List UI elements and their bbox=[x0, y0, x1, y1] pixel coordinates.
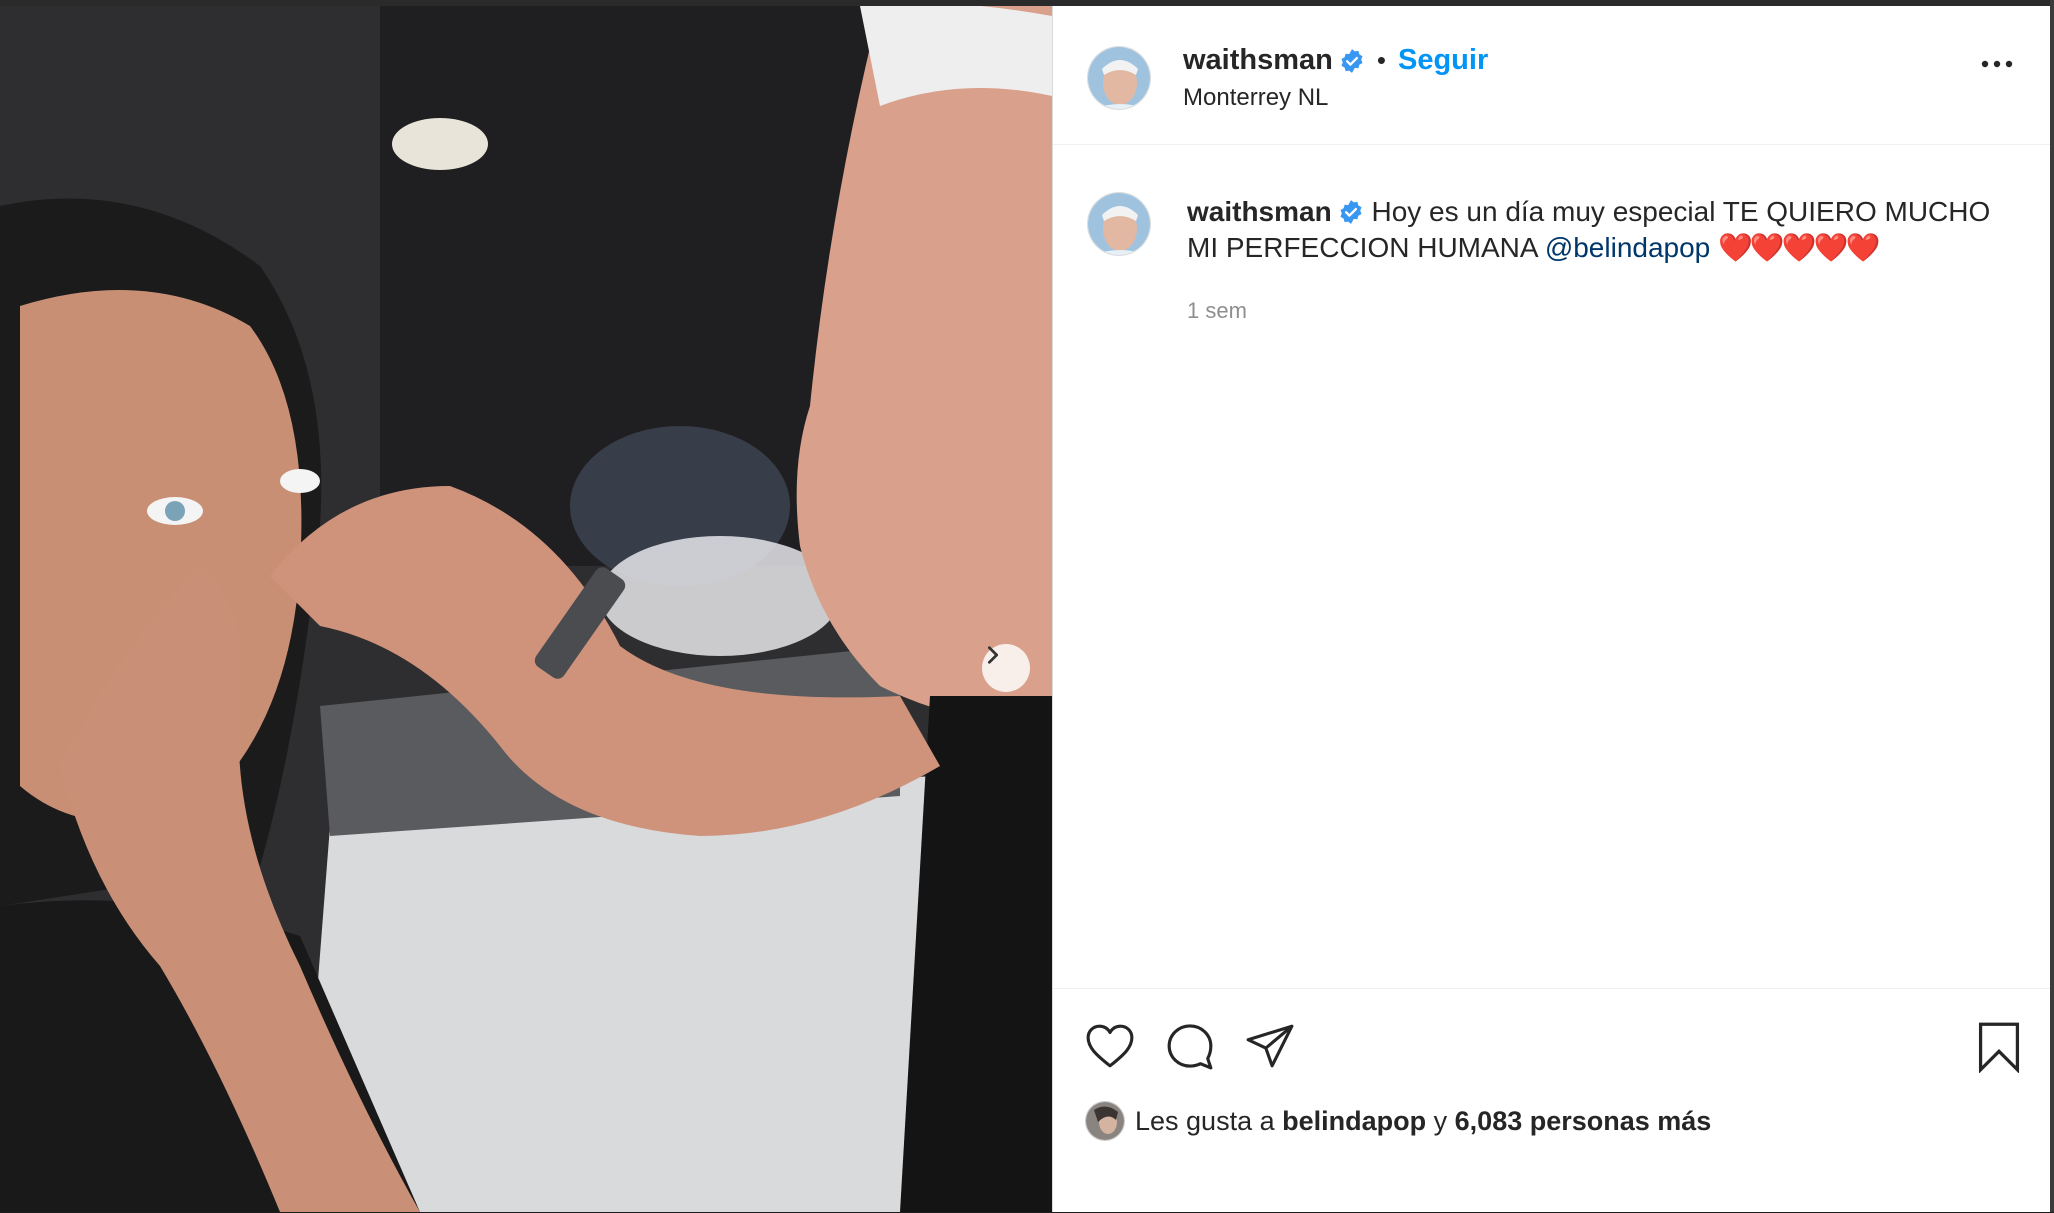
more-options-icon bbox=[1981, 60, 2013, 68]
save-button[interactable] bbox=[1977, 1021, 2021, 1078]
header-separator: • bbox=[1376, 45, 1386, 75]
caption-username[interactable]: waithsman bbox=[1187, 196, 1332, 227]
share-button[interactable] bbox=[1245, 1023, 1295, 1074]
likes-conjunction: y bbox=[1433, 1105, 1448, 1136]
post-photo[interactable] bbox=[0, 6, 1052, 1212]
next-photo-button[interactable] bbox=[982, 644, 1030, 692]
bookmark-icon bbox=[1978, 1022, 2020, 1074]
likes-summary: Les gusta a belindapop y 6,083 personas … bbox=[1085, 1101, 1711, 1141]
likes-count-link[interactable]: 6,083 personas más bbox=[1455, 1106, 1712, 1137]
share-icon bbox=[1246, 1024, 1294, 1068]
comment-icon bbox=[1167, 1024, 1213, 1070]
post-location[interactable]: Monterrey NL bbox=[1183, 84, 1328, 112]
post-details-panel: waithsman • Seguir Monterrey NL waithsma… bbox=[1052, 6, 2051, 1212]
author-username[interactable]: waithsman bbox=[1183, 44, 1333, 77]
caption-mention-link[interactable]: @belindapop bbox=[1545, 232, 1710, 263]
follow-button[interactable]: Seguir bbox=[1398, 44, 1488, 77]
verified-badge-icon bbox=[1341, 48, 1363, 73]
post-caption: waithsman Hoy es un día muy especial TE … bbox=[1187, 194, 2017, 266]
caption-author-avatar[interactable] bbox=[1087, 192, 1151, 256]
caption-emoji: ❤️❤️❤️❤️❤️ bbox=[1718, 232, 1880, 263]
post-photo-illustration bbox=[0, 6, 1052, 1212]
chevron-right-icon bbox=[987, 646, 999, 664]
likes-prefix: Les gusta a bbox=[1135, 1105, 1275, 1136]
post-actions-bar: Les gusta a belindapop y 6,083 personas … bbox=[1053, 988, 2051, 1213]
post-header: waithsman • Seguir Monterrey NL bbox=[1053, 6, 2051, 145]
author-avatar[interactable] bbox=[1087, 46, 1151, 110]
likes-user-link[interactable]: belindapop bbox=[1282, 1106, 1426, 1137]
like-button[interactable] bbox=[1085, 1023, 1135, 1074]
post-timestamp[interactable]: 1 sem bbox=[1187, 298, 1247, 324]
window-right-edge bbox=[2050, 0, 2054, 1212]
liker-avatar[interactable] bbox=[1085, 1101, 1125, 1141]
header-title-row: waithsman • Seguir bbox=[1183, 44, 1488, 77]
comment-button[interactable] bbox=[1165, 1021, 1215, 1076]
more-options-button[interactable] bbox=[1981, 56, 2013, 74]
heart-icon bbox=[1086, 1024, 1134, 1068]
verified-badge-icon bbox=[1340, 200, 1362, 224]
